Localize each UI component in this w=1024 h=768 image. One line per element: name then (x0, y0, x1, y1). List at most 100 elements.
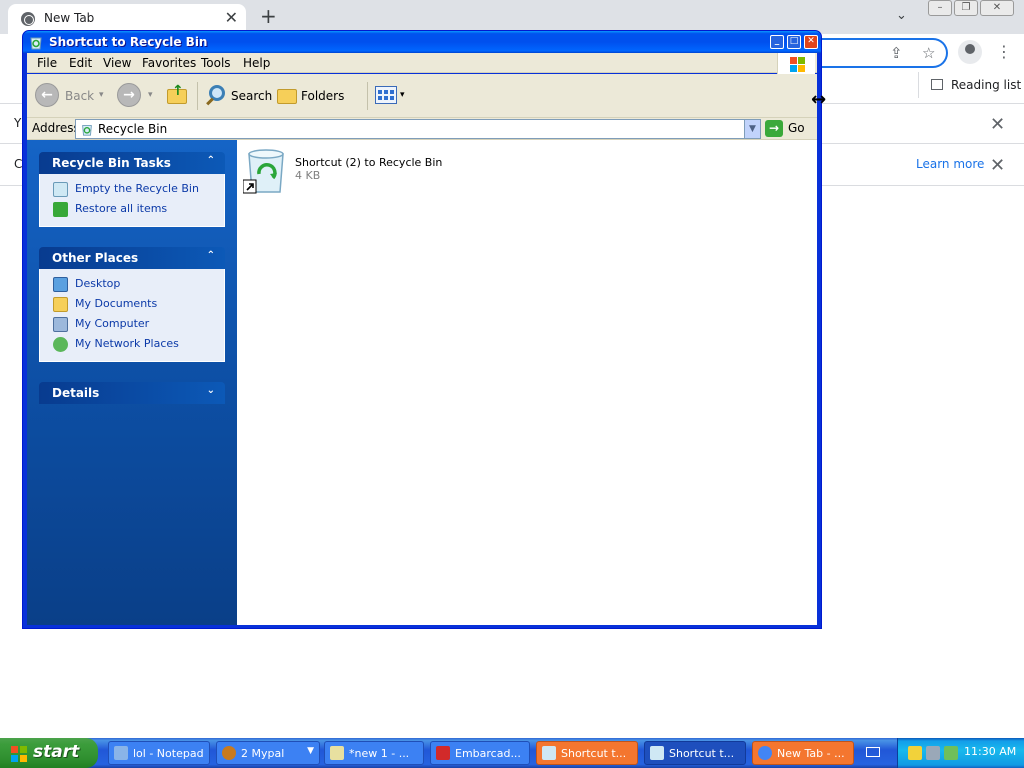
taskbar-button-shortcut-2[interactable]: Shortcut t... (644, 741, 746, 765)
address-bar: Address Recycle Bin ▼ → Go (27, 118, 817, 140)
details-header[interactable]: Details ⌄ (39, 382, 225, 404)
file-view: Shortcut (2) to Recycle Bin 4 KB (237, 140, 817, 625)
close-button[interactable]: ✕ (804, 35, 818, 49)
views-dropdown-icon[interactable]: ▾ (400, 90, 405, 100)
file-name: Shortcut (2) to Recycle Bin (295, 156, 443, 169)
network-icon[interactable] (926, 746, 940, 760)
link-label: Restore all items (75, 202, 168, 215)
taskbar-button-embarcadero[interactable]: Embarcad... (430, 741, 530, 765)
forward-arrow-icon: → (117, 83, 141, 107)
browser-minimize-button[interactable]: – (928, 0, 952, 16)
system-tray: 11:30 AM (897, 738, 1024, 768)
my-network-places-link[interactable]: My Network Places (52, 335, 224, 355)
back-dropdown-icon[interactable]: ▾ (99, 90, 104, 100)
recycle-bin-icon (82, 125, 92, 136)
volume-icon[interactable] (944, 746, 958, 760)
profile-avatar-icon[interactable] (958, 40, 982, 64)
address-field[interactable]: Recycle Bin ▼ (75, 119, 761, 139)
info-bar-close-icon[interactable]: ✕ (990, 155, 1005, 176)
other-places-header[interactable]: Other Places ⌃ (39, 247, 225, 269)
back-label: Back (65, 89, 95, 103)
toolbar-separator (197, 82, 198, 110)
go-label: Go (788, 121, 805, 135)
tab-search-chevron-icon[interactable]: ⌄ (896, 8, 907, 23)
folders-button[interactable]: Folders (275, 83, 347, 109)
my-computer-link[interactable]: My Computer (52, 315, 224, 335)
security-shield-icon[interactable] (908, 746, 922, 760)
views-button[interactable]: ▾ (375, 83, 409, 109)
new-tab-button[interactable]: + (260, 4, 277, 28)
panel-title: Recycle Bin Tasks (52, 156, 171, 170)
panel-title: Other Places (52, 251, 139, 265)
up-arrow-icon: ↑ (172, 83, 184, 99)
recycle-bin-tasks-header[interactable]: Recycle Bin Tasks ⌃ (39, 152, 225, 174)
keyboard-icon[interactable] (866, 747, 880, 757)
folders-label: Folders (301, 89, 345, 103)
my-computer-icon (53, 317, 68, 332)
panel-title: Details (52, 386, 100, 400)
browser-menu-icon[interactable]: ⋮ (996, 42, 1012, 61)
share-icon[interactable]: ⇪ (890, 44, 903, 62)
menu-tools[interactable]: Tools (201, 56, 231, 70)
folders-icon (277, 89, 297, 104)
back-button[interactable]: ← Back ▾ (35, 83, 109, 109)
menu-help[interactable]: Help (243, 56, 270, 70)
taskbar-button-label: New Tab - ... (777, 747, 845, 760)
taskbar-button-mypal[interactable]: 2 Mypal ▼ (216, 741, 320, 765)
expand-chevron-icon[interactable]: ⌄ (207, 385, 215, 396)
start-label: start (33, 742, 80, 762)
search-button[interactable]: Search (203, 83, 272, 109)
file-item[interactable]: Shortcut (2) to Recycle Bin 4 KB (243, 146, 503, 196)
taskbar-button-notepad[interactable]: lol - Notepad (108, 741, 210, 765)
reading-list-button[interactable]: Reading list (918, 72, 1021, 98)
notepadpp-icon (330, 746, 344, 760)
browser-restore-button[interactable]: ❐ (954, 0, 978, 16)
learn-more-link[interactable]: Learn more (916, 157, 984, 171)
info-bar-close-icon[interactable]: ✕ (990, 114, 1005, 135)
explorer-titlebar[interactable]: Shortcut to Recycle Bin _ □ ✕ (23, 31, 821, 53)
menu-favorites[interactable]: Favorites (142, 56, 196, 70)
restore-all-items-link[interactable]: Restore all items (52, 200, 224, 220)
file-size: 4 KB (295, 169, 321, 182)
menu-edit[interactable]: Edit (69, 56, 92, 70)
tab-close-icon[interactable]: ✕ (225, 8, 238, 27)
my-documents-icon (53, 297, 68, 312)
up-folder-button[interactable]: ↑ (165, 83, 191, 109)
my-documents-link[interactable]: My Documents (52, 295, 224, 315)
forward-dropdown-icon[interactable]: ▾ (148, 90, 153, 100)
task-pane: Recycle Bin Tasks ⌃ Empty the Recycle Bi… (27, 140, 237, 625)
taskbar-button-label: Shortcut t... (561, 747, 627, 760)
collapse-chevron-icon[interactable]: ⌃ (207, 155, 215, 166)
maximize-button[interactable]: □ (787, 35, 801, 49)
standard-toolbar: ← Back ▾ → ▾ ↑ Search Folders ▾ (27, 74, 817, 118)
taskbar-button-label: 2 Mypal (241, 747, 285, 760)
toolbar-separator (367, 82, 368, 110)
desktop-link[interactable]: Desktop (52, 275, 224, 295)
recycle-bin-shortcut-icon (243, 149, 284, 194)
menu-view[interactable]: View (103, 56, 131, 70)
start-button[interactable]: start (0, 738, 98, 768)
clock[interactable]: 11:30 AM (964, 745, 1016, 758)
menu-file[interactable]: File (37, 56, 57, 70)
taskbar-button-shortcut-1[interactable]: Shortcut t... (536, 741, 638, 765)
windows-flag-icon (777, 53, 815, 75)
explorer-window: Shortcut to Recycle Bin _ □ ✕ File Edit … (22, 30, 822, 629)
desktop-icon (53, 277, 68, 292)
bookmark-star-icon[interactable]: ☆ (922, 44, 935, 62)
browser-close-button[interactable]: ✕ (980, 0, 1014, 16)
panel-content: Empty the Recycle Bin Restore all items (39, 174, 225, 227)
windows-logo-icon (11, 746, 27, 762)
address-dropdown-icon[interactable]: ▼ (744, 120, 760, 138)
other-places-panel: Other Places ⌃ Desktop My Documents My C… (39, 247, 225, 362)
empty-recycle-bin-link[interactable]: Empty the Recycle Bin (52, 180, 224, 200)
go-arrow-icon: → (765, 120, 783, 137)
recycle-bin-icon (542, 746, 556, 760)
taskbar-button-label: Embarcad... (455, 747, 521, 760)
collapse-chevron-icon[interactable]: ⌃ (207, 250, 215, 261)
forward-button[interactable]: → ▾ (117, 83, 157, 109)
panel-content: Desktop My Documents My Computer My Netw… (39, 269, 225, 362)
taskbar-button-chrome[interactable]: New Tab - ... (752, 741, 854, 765)
explorer-body: Recycle Bin Tasks ⌃ Empty the Recycle Bi… (27, 140, 817, 625)
taskbar-button-notepadpp[interactable]: *new 1 - ... (324, 741, 424, 765)
minimize-button[interactable]: _ (770, 35, 784, 49)
